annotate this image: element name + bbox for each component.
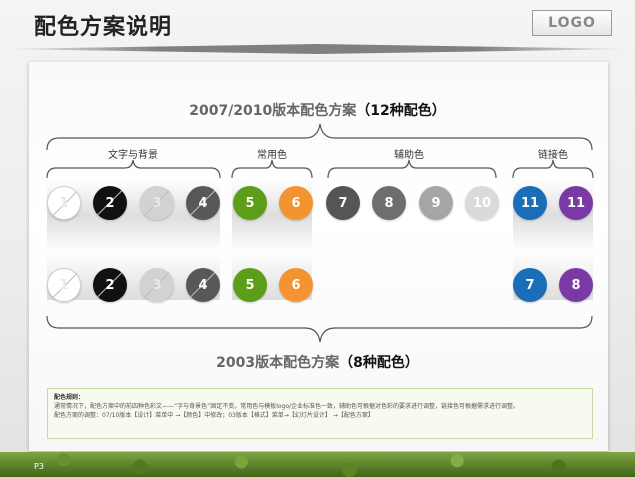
swatch-top-5-label: 5 xyxy=(245,195,255,211)
swatch-top-8: 8 xyxy=(372,186,406,220)
brace-common xyxy=(231,159,313,179)
scheme-2003-count: （8种配色） xyxy=(339,355,419,371)
group-label-link: 链接色 xyxy=(538,150,568,161)
swatch-bottom-2-label: 2 xyxy=(105,277,115,293)
scheme-2003-name: 2003版本配色方案 xyxy=(216,355,340,371)
brace-auxiliary xyxy=(327,159,497,179)
swatch-top-7: 7 xyxy=(326,186,360,220)
swatch-top-11b-label: 11 xyxy=(566,195,586,211)
grass-footer xyxy=(0,452,635,477)
swatch-bottom-2: 2 xyxy=(93,268,127,302)
swatch-top-5: 5 xyxy=(233,186,267,220)
brace-link xyxy=(512,159,594,179)
swatch-bottom-3-label: 3 xyxy=(152,277,162,293)
swatch-bottom-6: 6 xyxy=(279,268,313,302)
swatch-bottom-5-label: 5 xyxy=(245,277,255,293)
swatch-top-8-label: 8 xyxy=(384,195,394,211)
bottom-main-brace xyxy=(46,315,593,343)
swatch-top-1: 1 xyxy=(47,186,81,220)
group-label-text-bg: 文字与背景 xyxy=(108,150,158,161)
group-label-auxiliary: 辅助色 xyxy=(394,150,424,161)
swatch-top-10-label: 10 xyxy=(472,195,492,211)
swatch-top-6-label: 6 xyxy=(291,195,301,211)
swatch-top-11b: 11 xyxy=(559,186,593,220)
swatch-bottom-5: 5 xyxy=(233,268,267,302)
note-line-2: 配色方案的调整：07/10版本【设计】菜单中 →【颜色】中修改；03版本【格式】… xyxy=(54,412,374,419)
swatch-top-6: 6 xyxy=(279,186,313,220)
swatch-bottom-3: 3 xyxy=(140,268,174,302)
swatch-bottom-8-label: 8 xyxy=(571,277,581,293)
color-rules-note: 配色规则： 通常情况下，配色方案中的前四种色彩文——“字与背景色”固定不变。常用… xyxy=(47,388,593,439)
swatch-top-11a-label: 11 xyxy=(520,195,540,211)
swatch-bottom-7-label: 7 xyxy=(525,277,535,293)
swatch-top-3-label: 3 xyxy=(152,195,162,211)
swatch-bottom-8: 8 xyxy=(559,268,593,302)
swatch-top-2: 2 xyxy=(93,186,127,220)
swatch-top-4: 4 xyxy=(186,186,220,220)
swatch-bottom-1: 1 xyxy=(47,268,81,302)
swatch-top-11a: 11 xyxy=(513,186,547,220)
swatch-top-2-label: 2 xyxy=(105,195,115,211)
swatch-bottom-6-label: 6 xyxy=(291,277,301,293)
brace-text-bg xyxy=(46,159,221,179)
swatch-bottom-4-label: 4 xyxy=(198,277,208,293)
swatch-top-7-label: 7 xyxy=(338,195,348,211)
group-label-common: 常用色 xyxy=(257,150,287,161)
scheme-2003-title: 2003版本配色方案（8种配色） xyxy=(0,352,635,372)
swatch-top-9-label: 9 xyxy=(431,195,441,211)
page-number: P3 xyxy=(34,462,44,471)
swatch-top-10: 10 xyxy=(465,186,499,220)
swatch-top-1-label: 1 xyxy=(59,195,69,211)
swatch-top-4-label: 4 xyxy=(198,195,208,211)
note-heading: 配色规则： xyxy=(54,394,85,401)
note-line-1: 通常情况下，配色方案中的前四种色彩文——“字与背景色”固定不变。常用色与模板lo… xyxy=(54,403,520,410)
swatch-top-9: 9 xyxy=(419,186,453,220)
swatch-bottom-7: 7 xyxy=(513,268,547,302)
swatch-top-3: 3 xyxy=(140,186,174,220)
swatch-bottom-4: 4 xyxy=(186,268,220,302)
swatch-bottom-1-label: 1 xyxy=(59,277,69,293)
